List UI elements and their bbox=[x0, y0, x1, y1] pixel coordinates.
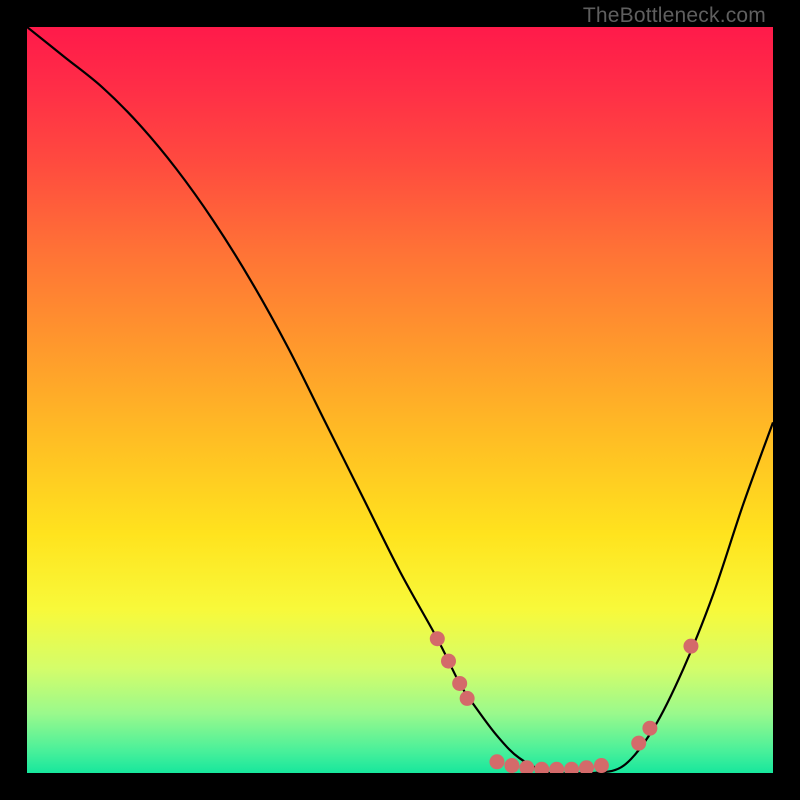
chart-frame bbox=[27, 27, 773, 773]
watermark-text: TheBottleneck.com bbox=[583, 4, 766, 28]
data-point bbox=[430, 631, 445, 646]
data-point bbox=[441, 654, 456, 669]
data-point bbox=[642, 721, 657, 736]
bottleneck-chart bbox=[27, 27, 773, 773]
data-point bbox=[683, 639, 698, 654]
data-point bbox=[489, 754, 504, 769]
data-point bbox=[452, 676, 467, 691]
data-point bbox=[460, 691, 475, 706]
data-point bbox=[594, 758, 609, 773]
chart-background-gradient bbox=[27, 27, 773, 773]
data-point bbox=[504, 758, 519, 773]
data-point bbox=[631, 736, 646, 751]
